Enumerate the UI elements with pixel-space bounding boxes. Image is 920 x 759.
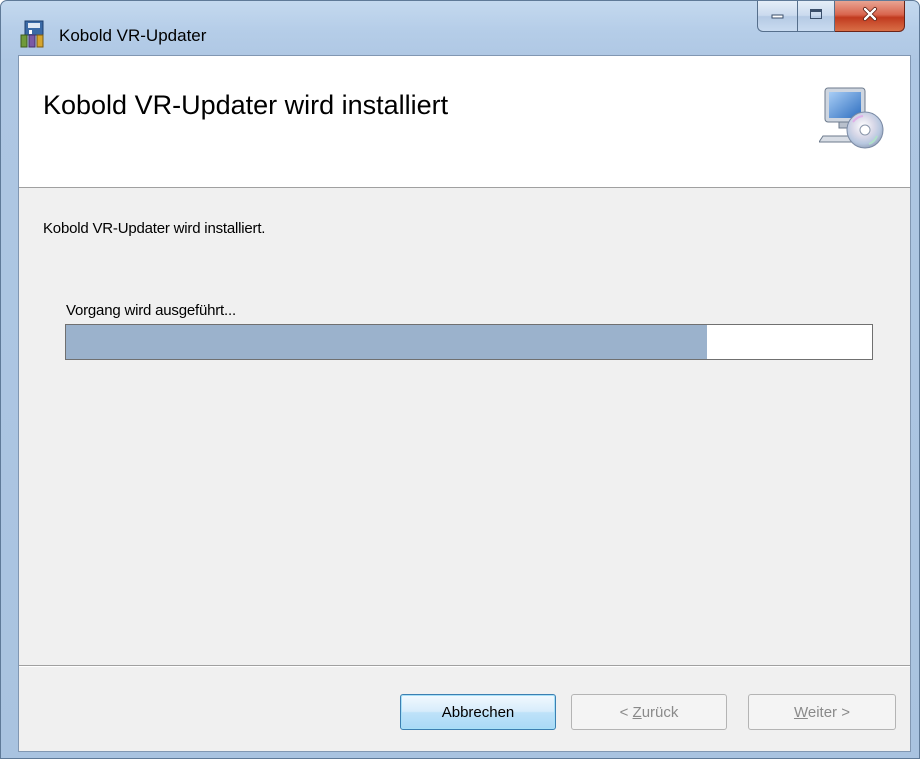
progress-fill	[66, 325, 707, 359]
footer-separator	[19, 665, 910, 667]
minimize-button[interactable]	[757, 1, 797, 32]
maximize-icon	[809, 7, 823, 25]
next-label-rest: eiter	[807, 703, 838, 721]
maximize-button[interactable]	[797, 1, 835, 32]
next-button-label: Weiter >	[794, 704, 850, 721]
cancel-button-label: Abbrechen	[441, 703, 515, 721]
next-label-suffix: >	[837, 703, 850, 721]
header-banner: Kobold VR-Updater wird installiert	[19, 56, 910, 188]
cancel-button[interactable]: Abbrechen	[400, 694, 556, 730]
back-label-prefix: <	[619, 703, 633, 721]
progress-bar	[65, 324, 873, 360]
dialog-client-area: Kobold VR-Updater wird installiert Kobol…	[18, 55, 911, 752]
back-label-rest: urück	[641, 703, 679, 721]
installer-window: Kobold VR-Updater Kobold VR-Updater wird…	[0, 0, 920, 759]
back-label-accelerator: Z	[632, 703, 642, 721]
status-label: Vorgang wird ausgeführt...	[66, 302, 236, 319]
description-text: Kobold VR-Updater wird installiert.	[43, 220, 266, 237]
title-bar[interactable]: Kobold VR-Updater	[1, 1, 919, 49]
close-button[interactable]	[835, 1, 905, 32]
next-label-accelerator: W	[793, 703, 808, 721]
caption-buttons	[757, 1, 905, 33]
page-title: Kobold VR-Updater wird installiert	[43, 90, 449, 120]
window-title: Kobold VR-Updater	[59, 26, 207, 45]
close-icon	[861, 6, 879, 27]
minimize-icon	[770, 7, 786, 25]
installer-app-icon	[19, 19, 49, 49]
back-button-label: < Zurück	[620, 704, 679, 721]
next-button[interactable]: Weiter >	[748, 694, 896, 730]
computer-cd-icon	[818, 84, 885, 150]
back-button[interactable]: < Zurück	[571, 694, 727, 730]
